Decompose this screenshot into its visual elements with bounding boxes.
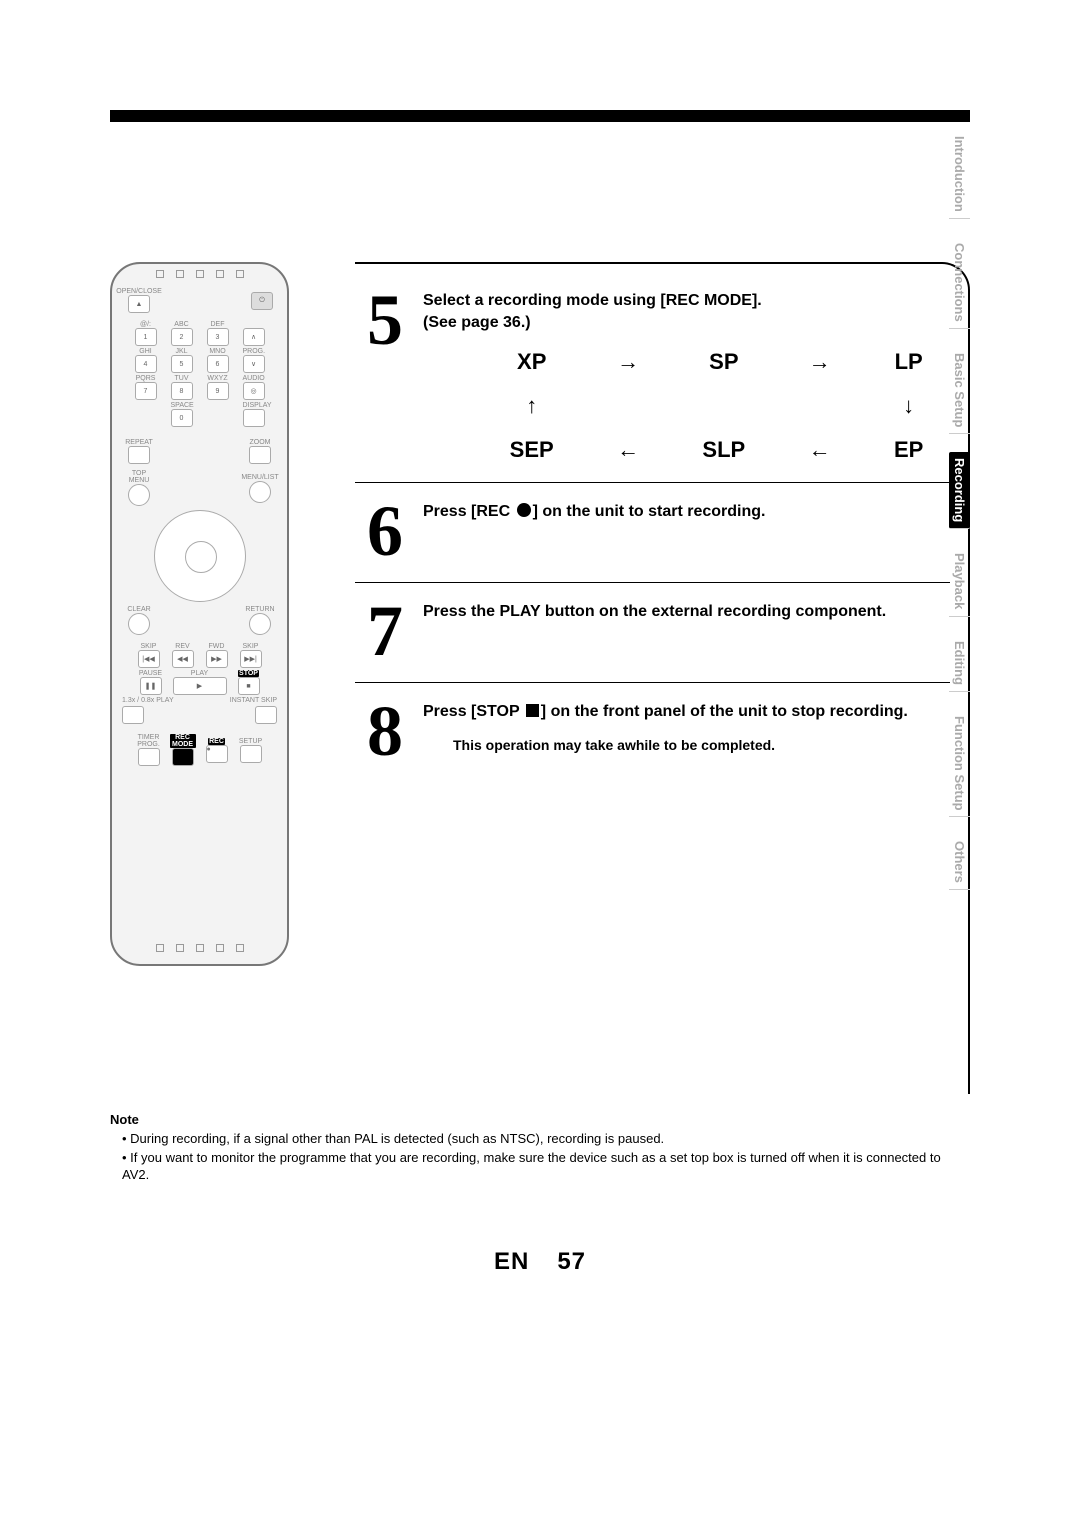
mode-cycle-diagram: XP → SP → LP ↑ ↓ SEP ← SLP ← <box>483 347 950 464</box>
tab-introduction[interactable]: Introduction <box>949 130 970 219</box>
label-rec-highlight: REC <box>208 738 225 745</box>
arrow-right-icon: → <box>809 347 831 377</box>
tab-editing[interactable]: Editing <box>949 635 970 692</box>
label-open-close: OPEN/CLOSE <box>116 288 162 295</box>
keypad: @/:1 ABC2 DEF3 ∧ GHI4 JKL5 MNO6 PROG.∨ P… <box>112 315 287 433</box>
step5-ref: (See page 36.) <box>423 312 950 334</box>
stop-icon <box>526 704 539 717</box>
step-number: 7 <box>355 599 415 664</box>
main-row: OPEN/CLOSE▲ ⏻ @/:1 ABC2 DEF3 ∧ GHI4 JKL5… <box>110 262 970 1094</box>
tab-connections[interactable]: Connections <box>949 237 970 329</box>
footnote-block: Note During recording, if a signal other… <box>110 1112 970 1184</box>
arrow-up-icon: ↑ <box>526 391 537 421</box>
header-rule <box>110 110 970 122</box>
step-8: 8 Press [STOP ] on the front panel of th… <box>355 682 950 782</box>
note-item: During recording, if a signal other than… <box>122 1131 970 1148</box>
dpad <box>154 510 246 602</box>
page-content: OPEN/CLOSE▲ ⏻ @/:1 ABC2 DEF3 ∧ GHI4 JKL5… <box>110 110 970 1186</box>
step-7: 7 Press the PLAY button on the external … <box>355 582 950 682</box>
arrow-right-icon: → <box>617 347 639 377</box>
label-recmode-highlight: REC MODE <box>170 734 196 748</box>
remote-body: OPEN/CLOSE▲ ⏻ @/:1 ABC2 DEF3 ∧ GHI4 JKL5… <box>110 262 289 966</box>
note-heading: Note <box>110 1112 970 1127</box>
btn-eject: ▲ <box>128 295 150 313</box>
step8-subnote: This operation may take awhile to be com… <box>453 736 950 755</box>
label-stop-highlight: STOP <box>238 670 259 677</box>
step5-text: Select a recording mode using [REC MODE]… <box>423 290 950 312</box>
remote-illustration: OPEN/CLOSE▲ ⏻ @/:1 ABC2 DEF3 ∧ GHI4 JKL5… <box>110 262 315 966</box>
tab-playback[interactable]: Playback <box>949 547 970 616</box>
section-tabs: Introduction Connections Basic Setup Rec… <box>949 130 970 890</box>
note-item: If you want to monitor the programme tha… <box>122 1150 970 1184</box>
arrow-down-icon: ↓ <box>903 391 914 421</box>
tab-function-setup[interactable]: Function Setup <box>949 710 970 818</box>
steps-panel: 5 Select a recording mode using [REC MOD… <box>355 262 970 1094</box>
page-number: EN57 <box>110 1248 970 1276</box>
arrow-left-icon: ← <box>809 435 831 465</box>
tab-others[interactable]: Others <box>949 835 970 890</box>
tab-basic-setup[interactable]: Basic Setup <box>949 347 970 434</box>
step-5: 5 Select a recording mode using [REC MOD… <box>355 284 950 482</box>
btn-power: ⏻ <box>251 292 273 310</box>
arrow-left-icon: ← <box>617 435 639 465</box>
record-icon <box>517 503 531 517</box>
tab-recording[interactable]: Recording <box>949 452 970 529</box>
step-number: 6 <box>355 499 415 564</box>
step-number: 8 <box>355 699 415 764</box>
step7-text: Press the PLAY button on the external re… <box>423 599 950 623</box>
step-number: 5 <box>355 288 415 353</box>
step-6: 6 Press [REC ] on the unit to start reco… <box>355 482 950 582</box>
